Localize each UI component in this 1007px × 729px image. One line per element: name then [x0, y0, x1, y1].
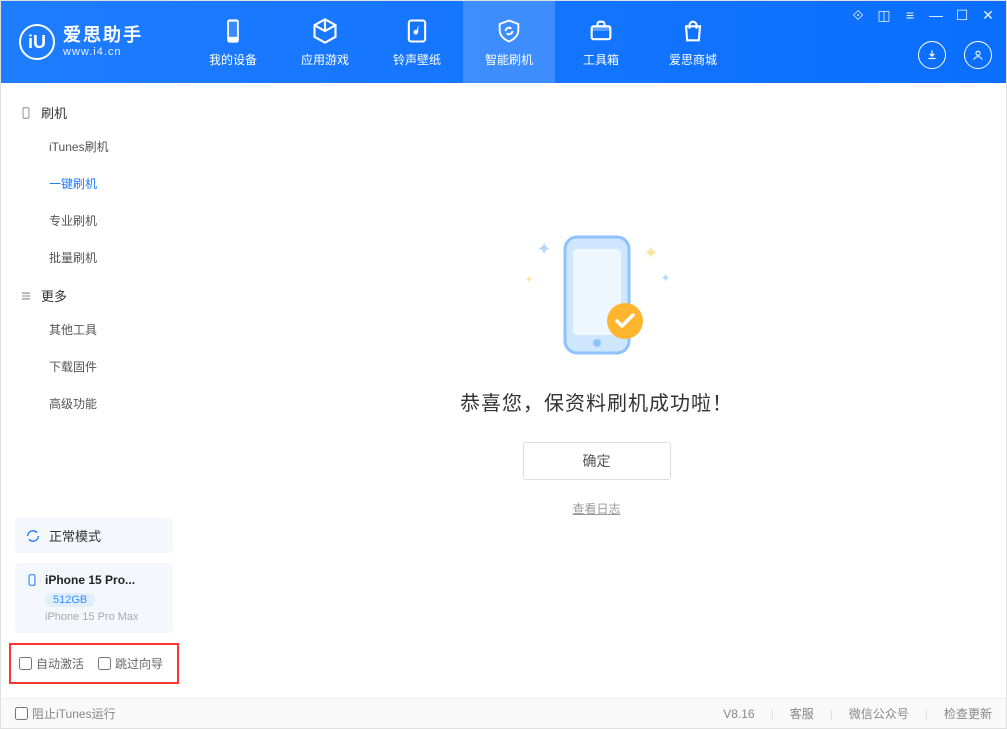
briefcase-icon: [587, 17, 615, 45]
nav-label: 我的设备: [209, 51, 257, 68]
device-mode[interactable]: 正常模式: [15, 518, 173, 553]
user-icon: [971, 48, 985, 62]
footer-bar: 阻止iTunes运行 V8.16 | 客服 | 微信公众号 | 检查更新: [1, 698, 1006, 728]
nav-apps-games[interactable]: 应用游戏: [279, 1, 371, 83]
skin-icon[interactable]: ⟐: [850, 7, 866, 24]
block-itunes-input[interactable]: [15, 707, 28, 720]
sparkle-icon: ✦: [537, 239, 552, 260]
sidebar-item-other-tools[interactable]: 其他工具: [1, 311, 187, 348]
nav-smart-flash[interactable]: 智能刷机: [463, 1, 555, 83]
sparkle-icon: ✦: [525, 273, 534, 286]
cube-icon: [311, 17, 339, 45]
window-controls: ⟐ ◫ ≡ — ☐ ✕: [850, 7, 996, 24]
logo-text: 爱思助手 www.i4.cn: [63, 26, 143, 58]
sidebar-item-advanced[interactable]: 高级功能: [1, 385, 187, 422]
nav-toolbox[interactable]: 工具箱: [555, 1, 647, 83]
main-content: ✦ ✦ ✦ ✦ 恭喜您，保资料刷机成功啦！ 确定 查看日志: [187, 83, 1006, 698]
checkbox-skip-wizard[interactable]: 跳过向导: [98, 655, 163, 672]
sidebar-item-download-firmware[interactable]: 下载固件: [1, 348, 187, 385]
support-link[interactable]: 客服: [790, 705, 814, 722]
pin-icon[interactable]: ◫: [876, 7, 892, 24]
device-capacity: 512GB: [45, 593, 95, 607]
bag-icon: [679, 17, 707, 45]
nav-label: 铃声壁纸: [393, 51, 441, 68]
checkbox-block-itunes[interactable]: 阻止iTunes运行: [15, 705, 116, 722]
logo-area: iU 爱思助手 www.i4.cn: [1, 1, 187, 83]
sparkle-icon: ✦: [660, 271, 670, 285]
sidebar: 刷机 iTunes刷机 一键刷机 专业刷机 批量刷机 更多 其他工具 下载固件 …: [1, 83, 187, 698]
download-button[interactable]: [918, 41, 946, 69]
separator: |: [771, 707, 774, 721]
nav-label: 工具箱: [583, 51, 619, 68]
auto-activate-input[interactable]: [19, 657, 32, 670]
nav-store[interactable]: 爱思商城: [647, 1, 739, 83]
close-icon[interactable]: ✕: [980, 7, 996, 24]
device-name: iPhone 15 Pro...: [45, 573, 135, 587]
refresh-shield-icon: [495, 17, 523, 45]
download-icon: [925, 48, 939, 62]
group-label: 更多: [41, 286, 67, 305]
device-name-row: iPhone 15 Pro...: [25, 573, 163, 587]
nav-my-device[interactable]: 我的设备: [187, 1, 279, 83]
view-log-link[interactable]: 查看日志: [572, 500, 620, 517]
success-illustration: ✦ ✦ ✦ ✦: [507, 225, 687, 365]
app-header: iU 爱思助手 www.i4.cn 我的设备 应用游戏 铃声壁纸 智能刷机 工具…: [1, 1, 1006, 83]
version-label: V8.16: [723, 707, 754, 721]
sidebar-group-more[interactable]: 更多: [1, 276, 187, 311]
phone-outline-icon: [19, 106, 33, 120]
sidebar-group-flash[interactable]: 刷机: [1, 93, 187, 128]
skip-wizard-input[interactable]: [98, 657, 111, 670]
account-button[interactable]: [964, 41, 992, 69]
sidebar-item-onekey-flash[interactable]: 一键刷机: [1, 165, 187, 202]
sidebar-item-batch-flash[interactable]: 批量刷机: [1, 239, 187, 276]
separator: |: [830, 707, 833, 721]
header-actions: [918, 41, 992, 69]
minimize-icon[interactable]: —: [928, 7, 944, 24]
phone-small-icon: [25, 573, 39, 587]
menu-icon[interactable]: ≡: [902, 7, 918, 24]
mode-label: 正常模式: [49, 526, 101, 545]
wechat-link[interactable]: 微信公众号: [849, 705, 909, 722]
check-update-link[interactable]: 检查更新: [944, 705, 992, 722]
group-label: 刷机: [41, 103, 67, 122]
separator: |: [925, 707, 928, 721]
nav-label: 应用游戏: [301, 51, 349, 68]
refresh-icon: [25, 528, 41, 544]
sidebar-item-pro-flash[interactable]: 专业刷机: [1, 202, 187, 239]
checkbox-label: 跳过向导: [115, 655, 163, 672]
flash-options-highlight: 自动激活 跳过向导: [9, 643, 179, 684]
nav-label: 智能刷机: [485, 51, 533, 68]
maximize-icon[interactable]: ☐: [954, 7, 970, 24]
logo-icon: iU: [19, 24, 55, 60]
checkbox-auto-activate[interactable]: 自动激活: [19, 655, 84, 672]
phone-icon: [219, 17, 247, 45]
checkbox-label: 阻止iTunes运行: [32, 705, 116, 722]
checkbox-label: 自动激活: [36, 655, 84, 672]
music-icon: [403, 17, 431, 45]
nav-label: 爱思商城: [669, 51, 717, 68]
menu-lines-icon: [19, 289, 33, 303]
sparkle-icon: ✦: [643, 243, 658, 264]
device-model: iPhone 15 Pro Max: [45, 611, 163, 623]
ok-button[interactable]: 确定: [523, 442, 671, 480]
app-url: www.i4.cn: [63, 46, 143, 58]
nav-ringtones[interactable]: 铃声壁纸: [371, 1, 463, 83]
sidebar-item-itunes-flash[interactable]: iTunes刷机: [1, 128, 187, 165]
device-card[interactable]: iPhone 15 Pro... 512GB iPhone 15 Pro Max: [15, 563, 173, 633]
success-message: 恭喜您，保资料刷机成功啦！: [460, 387, 733, 416]
app-name: 爱思助手: [63, 26, 143, 46]
